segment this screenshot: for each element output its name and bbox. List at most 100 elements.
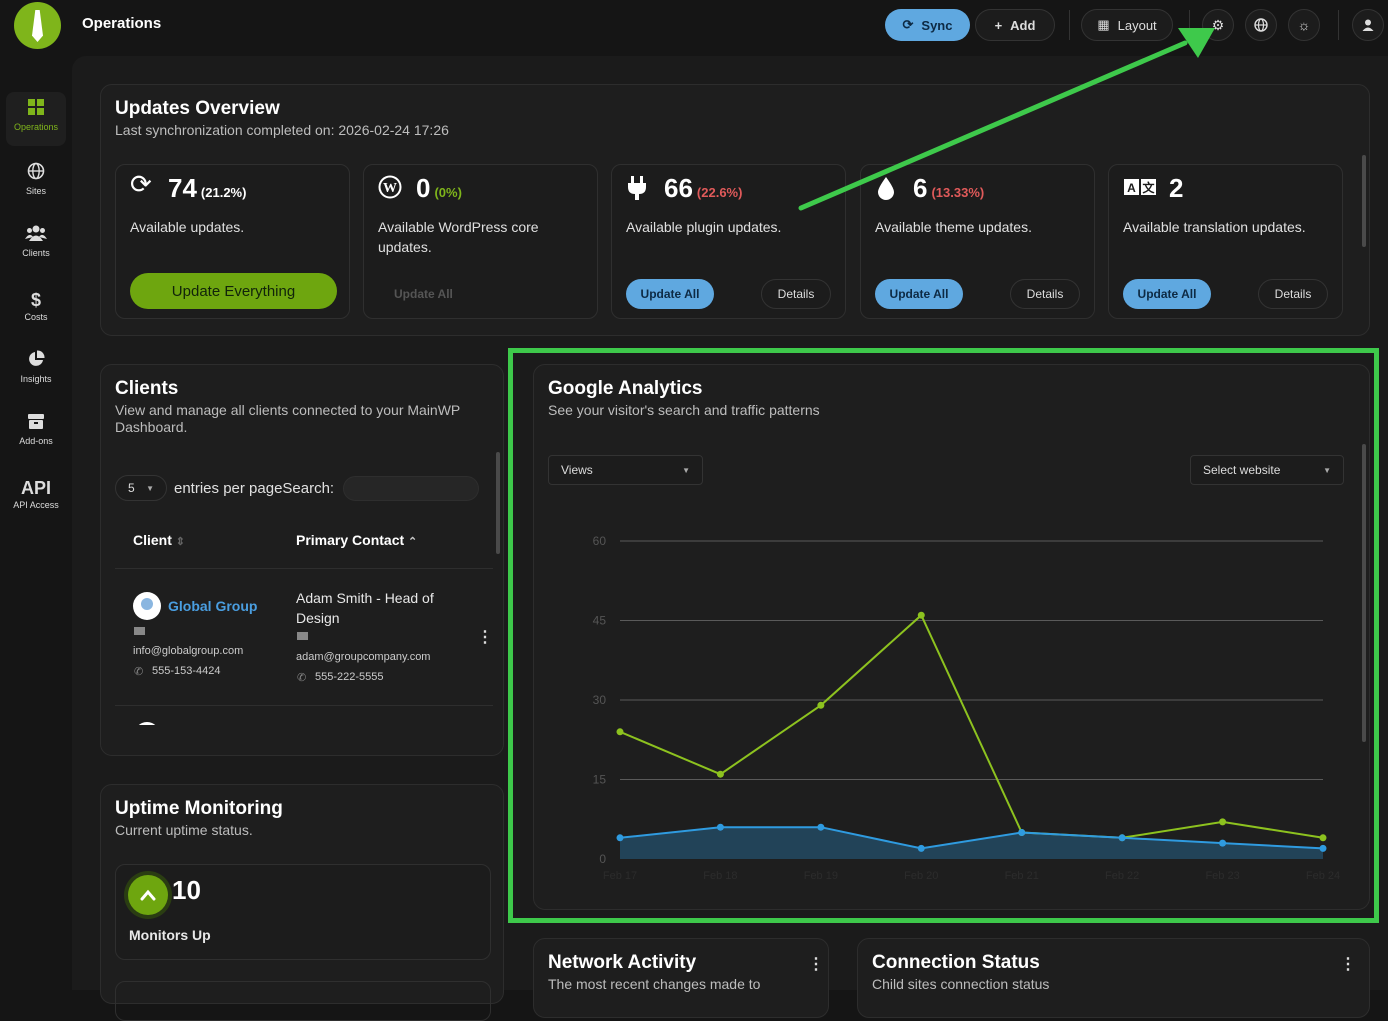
pie-chart-icon: [6, 350, 66, 374]
sidebar-item-insights[interactable]: Insights: [6, 344, 66, 398]
user-menu-button[interactable]: [1352, 9, 1384, 41]
mail-icon: [134, 627, 145, 635]
monitors-up-label: Monitors Up: [129, 927, 211, 943]
scrollbar[interactable]: [1362, 155, 1366, 247]
translation-details-button[interactable]: Details: [1258, 279, 1328, 309]
wordpress-core-updates-count: 0: [416, 173, 430, 203]
sun-icon: ☼: [1298, 17, 1311, 33]
clients-panel: Clients View and manage all clients conn…: [100, 364, 504, 756]
theme-toggle-button[interactable]: ☼: [1288, 9, 1320, 41]
uptime-monitoring-panel: Uptime Monitoring Current uptime status.…: [100, 784, 504, 1004]
connection-status-panel: Connection Status Child sites connection…: [857, 938, 1370, 1018]
sites-button[interactable]: [1245, 9, 1277, 41]
total-updates-card: ⟳ 74(21.2%) Available updates. Update Ev…: [115, 164, 350, 319]
monitors-up-count: 10: [172, 875, 201, 906]
update-all-translations-button[interactable]: Update All: [1123, 279, 1211, 309]
scrollbar[interactable]: [496, 452, 500, 554]
theme-updates-count: 6: [913, 173, 927, 203]
globe-icon: [6, 162, 66, 186]
add-button[interactable]: + Add: [975, 9, 1055, 41]
entries-per-page-label: entries per page: [174, 480, 282, 497]
globe-icon: [1254, 18, 1268, 32]
clients-title: Clients: [115, 378, 495, 400]
translation-updates-card: A文 2 Available translation updates. Upda…: [1108, 164, 1343, 319]
update-all-core-button[interactable]: Update All: [394, 287, 453, 301]
client-phone: 555-153-4424: [152, 665, 221, 677]
sidebar-item-operations[interactable]: Operations: [6, 92, 66, 146]
client-name-link[interactable]: Global Group: [168, 598, 257, 614]
theme-details-button[interactable]: Details: [1010, 279, 1080, 309]
table-row: Global Group info@globalgroup.com ✆ 555-…: [115, 569, 493, 705]
total-updates-desc: Available updates.: [130, 217, 330, 237]
sidebar-item-api-access[interactable]: API API Access: [6, 470, 66, 524]
contact-name: Adam Smith - Head of Design: [296, 588, 446, 628]
panel-menu-icon[interactable]: ⋮: [1340, 954, 1356, 974]
entries-per-page-select[interactable]: 5▼: [115, 475, 167, 501]
users-icon: [6, 224, 66, 248]
box-icon: [6, 412, 66, 436]
divider: [1189, 10, 1190, 40]
sidebar-item-addons[interactable]: Add-ons: [6, 406, 66, 460]
wordpress-core-updates-card: W 0(0%) Available WordPress core updates…: [363, 164, 598, 319]
highlight-frame: [508, 348, 1379, 923]
theme-updates-card: 6 (13.33%) Available theme updates. Updat…: [860, 164, 1095, 319]
contact-phone: 555-222-5555: [315, 671, 384, 683]
monitors-up-card: 10 Monitors Up: [115, 864, 491, 960]
plugin-updates-count: 66: [664, 173, 693, 203]
translate-icon: A文: [1123, 175, 1157, 205]
updates-overview-title: Updates Overview: [115, 98, 449, 120]
sidebar-item-clients[interactable]: Clients: [6, 218, 66, 272]
client-avatar: [133, 592, 161, 620]
page-title: Operations: [82, 15, 161, 32]
user-icon: [1361, 18, 1375, 32]
plugin-updates-card: 66(22.6%) Available plugin updates. Upda…: [611, 164, 846, 319]
phone-icon: ✆: [297, 671, 306, 684]
column-header-primary-contact[interactable]: Primary Contact ⌃: [296, 532, 417, 548]
gear-icon: ⚙: [1212, 17, 1225, 34]
svg-text:文: 文: [1142, 180, 1155, 195]
column-header-client[interactable]: Client ⇕: [133, 532, 185, 548]
wordpress-core-updates-percent: (0%): [434, 185, 461, 200]
refresh-icon: ⟳: [903, 17, 914, 33]
uptime-subtitle: Current uptime status.: [115, 822, 283, 838]
search-input[interactable]: [343, 476, 479, 501]
row-actions-menu-icon[interactable]: ⋮: [477, 627, 493, 647]
sync-button[interactable]: ⟳ Sync: [885, 9, 970, 41]
mail-icon: [297, 632, 308, 640]
update-all-plugins-button[interactable]: Update All: [626, 279, 714, 309]
total-updates-count: 74: [168, 173, 197, 203]
network-activity-panel: Network Activity The most recent changes…: [533, 938, 829, 1018]
theme-updates-percent: (13.33%): [931, 185, 984, 200]
divider: [1338, 10, 1339, 40]
translation-updates-desc: Available translation updates.: [1123, 217, 1323, 237]
search-label: Search:: [282, 480, 334, 497]
client-email: info@globalgroup.com: [133, 645, 243, 657]
divider: [1069, 10, 1070, 40]
api-icon: API: [6, 476, 66, 500]
svg-text:A: A: [1127, 181, 1136, 195]
update-everything-button[interactable]: Update Everything: [130, 273, 337, 309]
next-card: [115, 981, 491, 1021]
total-updates-percent: (21.2%): [201, 185, 247, 200]
theme-updates-desc: Available theme updates.: [875, 217, 1075, 237]
clients-subtitle: View and manage all clients connected to…: [115, 402, 495, 436]
grid-icon: [6, 98, 66, 122]
sidebar-item-sites[interactable]: Sites: [6, 156, 66, 210]
sidebar-item-costs[interactable]: $ Costs: [6, 282, 66, 336]
connection-status-title: Connection Status: [872, 952, 1049, 974]
uptime-title: Uptime Monitoring: [115, 798, 283, 820]
paint-drop-icon: [875, 175, 897, 207]
plugin-details-button[interactable]: Details: [761, 279, 831, 309]
settings-button[interactable]: ⚙: [1202, 9, 1234, 41]
layout-grid-icon: ▦: [1097, 17, 1109, 33]
tie-icon: [32, 10, 43, 42]
mainwp-logo[interactable]: [14, 2, 61, 49]
phone-icon: ✆: [134, 665, 143, 678]
updates-overview-subtitle: Last synchronization completed on: 2026-…: [115, 122, 449, 138]
panel-menu-icon[interactable]: ⋮: [808, 954, 824, 974]
update-all-themes-button[interactable]: Update All: [875, 279, 963, 309]
contact-email: adam@groupcompany.com: [296, 651, 430, 663]
layout-button[interactable]: ▦ Layout: [1081, 9, 1173, 41]
chevron-down-icon: ▼: [146, 484, 154, 493]
sort-ascending-icon: ⌃: [408, 536, 417, 548]
